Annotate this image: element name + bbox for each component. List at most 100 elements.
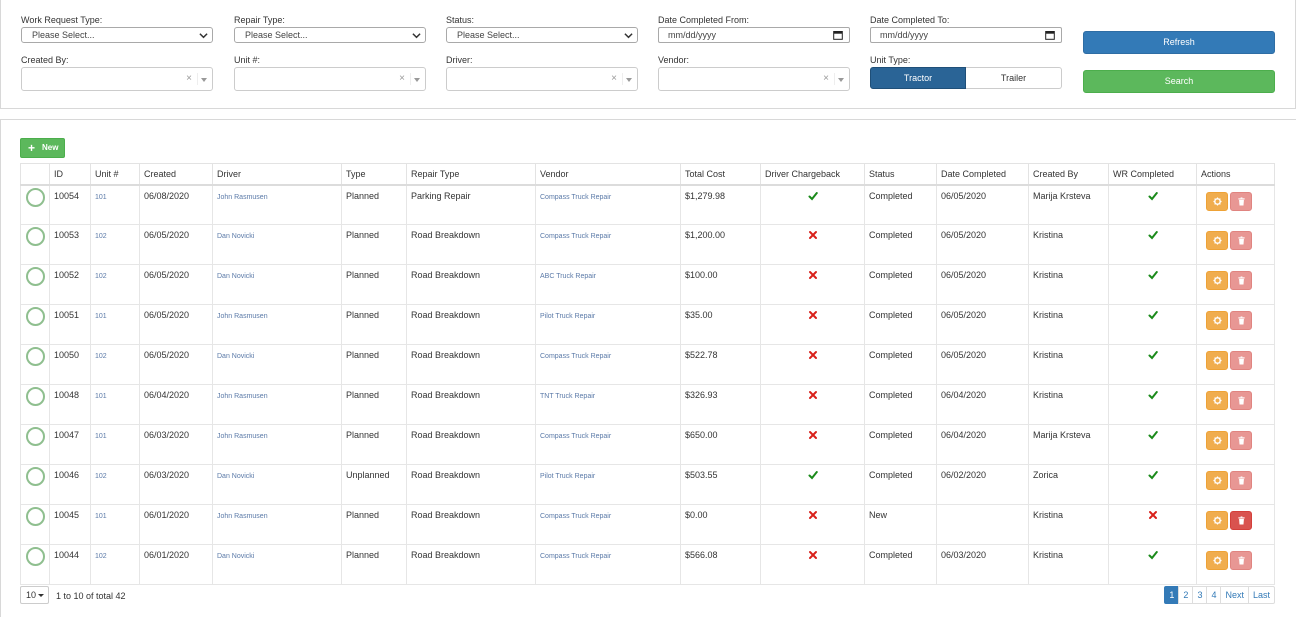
table-row[interactable]: 10045 101 06/01/2020 John Rasmusen Planned Ro… (20, 504, 1275, 545)
column-header-status[interactable]: Status (864, 163, 937, 186)
page-button-1[interactable]: 1 (1164, 586, 1180, 604)
column-header-wr-completed[interactable]: WR Completed (1108, 163, 1197, 186)
edit-button[interactable] (1206, 511, 1228, 530)
unit-type-trailer-toggle[interactable]: Trailer (966, 67, 1062, 89)
column-header-vendor[interactable]: Vendor (535, 163, 681, 186)
table-row[interactable]: 10047 101 06/03/2020 John Rasmusen Planned Ro… (20, 424, 1275, 465)
table-row[interactable]: 10052 102 06/05/2020 Dan Novicki Planned Road… (20, 264, 1275, 305)
cell-unit-link[interactable]: 101 (90, 384, 140, 425)
column-header-created-by[interactable]: Created By (1028, 163, 1109, 186)
cell-unit-link[interactable]: 102 (90, 224, 140, 265)
cell-unit-link[interactable]: 101 (90, 504, 140, 545)
calendar-icon[interactable] (1045, 30, 1055, 40)
delete-button[interactable] (1230, 511, 1252, 530)
row-select-radio[interactable] (26, 467, 45, 486)
vendor-combo[interactable]: × (658, 67, 850, 91)
cell-vendor-link[interactable]: TNT Truck Repair (535, 384, 681, 425)
edit-button[interactable] (1206, 231, 1228, 250)
cell-vendor-link[interactable]: ABC Truck Repair (535, 264, 681, 305)
cell-unit-link[interactable]: 101 (90, 304, 140, 345)
cell-driver-link[interactable]: Dan Novicki (212, 344, 342, 385)
delete-button[interactable] (1230, 351, 1252, 370)
caret-down-icon[interactable] (414, 78, 420, 82)
work-request-type-select[interactable]: Please Select... (21, 27, 213, 43)
unit-combo[interactable]: × (234, 67, 426, 91)
cell-vendor-link[interactable]: Compass Truck Repair (535, 544, 681, 585)
delete-button[interactable] (1230, 431, 1252, 450)
column-header-id[interactable]: ID (49, 163, 91, 186)
page-button-2[interactable]: 2 (1178, 586, 1194, 604)
column-header-driver[interactable]: Driver (212, 163, 342, 186)
row-select-radio[interactable] (26, 187, 45, 207)
caret-down-icon[interactable] (626, 78, 632, 82)
cell-driver-link[interactable]: John Rasmusen (212, 184, 342, 225)
clear-icon[interactable]: × (611, 73, 617, 84)
cell-unit-link[interactable]: 102 (90, 344, 140, 385)
delete-button[interactable] (1230, 311, 1252, 330)
column-header-unit[interactable]: Unit # (90, 163, 140, 186)
column-header-repair-type[interactable]: Repair Type (406, 163, 536, 186)
caret-down-icon[interactable] (201, 78, 207, 82)
driver-combo[interactable]: × (446, 67, 638, 91)
unit-type-tractor-toggle[interactable]: Tractor (870, 67, 966, 89)
edit-button[interactable] (1206, 311, 1228, 330)
table-row[interactable]: 10046 102 06/03/2020 Dan Novicki Unplanned Ro… (20, 464, 1275, 505)
repair-type-select[interactable]: Please Select... (234, 27, 426, 43)
cell-driver-link[interactable]: John Rasmusen (212, 384, 342, 425)
page-button-4[interactable]: 4 (1206, 586, 1222, 604)
table-row[interactable]: 10048 101 06/04/2020 John Rasmusen Planned Ro… (20, 384, 1275, 425)
cell-vendor-link[interactable]: Pilot Truck Repair (535, 304, 681, 345)
cell-driver-link[interactable]: Dan Novicki (212, 224, 342, 265)
edit-button[interactable] (1206, 271, 1228, 290)
created-by-combo[interactable]: × (21, 67, 213, 91)
cell-vendor-link[interactable]: Pilot Truck Repair (535, 464, 681, 505)
cell-unit-link[interactable]: 101 (90, 424, 140, 465)
clear-icon[interactable]: × (399, 73, 405, 84)
cell-vendor-link[interactable]: Compass Truck Repair (535, 224, 681, 265)
delete-button[interactable] (1230, 391, 1252, 410)
row-select-radio[interactable] (26, 387, 45, 406)
table-row[interactable]: 10050 102 06/05/2020 Dan Novicki Planned Road… (20, 344, 1275, 385)
edit-button[interactable] (1206, 471, 1228, 490)
edit-button[interactable] (1206, 351, 1228, 370)
cell-unit-link[interactable]: 102 (90, 544, 140, 585)
column-header-driver-chargeback[interactable]: Driver Chargeback (760, 163, 865, 186)
row-select-radio[interactable] (26, 347, 45, 366)
cell-unit-link[interactable]: 102 (90, 464, 140, 505)
clear-icon[interactable]: × (186, 73, 192, 84)
table-row[interactable]: 10053 102 06/05/2020 Dan Novicki Planned Road… (20, 224, 1275, 265)
cell-vendor-link[interactable]: Compass Truck Repair (535, 184, 681, 225)
next-page-button[interactable]: Next (1220, 586, 1249, 604)
delete-button[interactable] (1230, 471, 1252, 490)
column-header-date-completed[interactable]: Date Completed (936, 163, 1029, 186)
page-button-3[interactable]: 3 (1192, 586, 1208, 604)
cell-unit-link[interactable]: 102 (90, 264, 140, 305)
row-select-radio[interactable] (26, 227, 45, 246)
refresh-button[interactable]: Refresh (1083, 31, 1275, 54)
delete-button[interactable] (1230, 191, 1252, 211)
column-header-actions[interactable]: Actions (1196, 163, 1275, 186)
table-row[interactable]: 10044 102 06/01/2020 Dan Novicki Planned Road… (20, 544, 1275, 585)
new-button[interactable]: + New (20, 138, 65, 158)
column-header-total-cost[interactable]: Total Cost (680, 163, 761, 186)
caret-down-icon[interactable] (838, 78, 844, 82)
row-select-radio[interactable] (26, 507, 45, 526)
clear-icon[interactable]: × (823, 73, 829, 84)
delete-button[interactable] (1230, 271, 1252, 290)
cell-driver-link[interactable]: Dan Novicki (212, 464, 342, 505)
column-header-created[interactable]: Created (139, 163, 213, 186)
cell-driver-link[interactable]: John Rasmusen (212, 504, 342, 545)
delete-button[interactable] (1230, 551, 1252, 570)
row-select-radio[interactable] (26, 307, 45, 326)
row-select-radio[interactable] (26, 267, 45, 286)
cell-vendor-link[interactable]: Compass Truck Repair (535, 504, 681, 545)
row-select-radio[interactable] (26, 547, 45, 566)
table-row[interactable]: 10051 101 06/05/2020 John Rasmusen Planned Ro… (20, 304, 1275, 345)
cell-driver-link[interactable]: Dan Novicki (212, 264, 342, 305)
cell-driver-link[interactable]: Dan Novicki (212, 544, 342, 585)
calendar-icon[interactable] (833, 30, 843, 40)
status-select[interactable]: Please Select... (446, 27, 638, 43)
cell-vendor-link[interactable]: Compass Truck Repair (535, 424, 681, 465)
page-size-select[interactable]: 10 (20, 586, 49, 604)
table-row[interactable]: 10054 101 06/08/2020 John Rasmusen Planned Pa… (20, 184, 1275, 225)
